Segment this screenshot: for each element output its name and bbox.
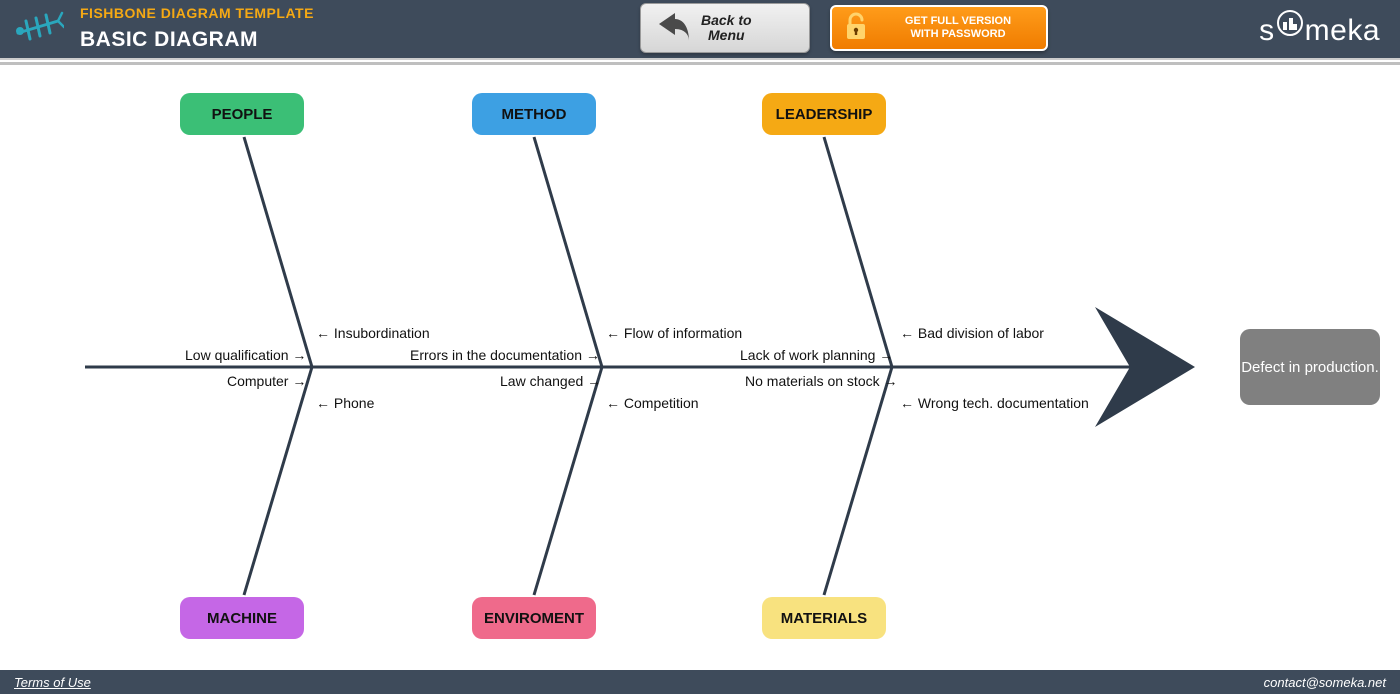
cause-bad-division-labor: ← Bad division of labor (900, 325, 1044, 341)
template-title: FISHBONE DIAGRAM TEMPLATE (80, 5, 314, 21)
someka-brand-logo: smeka (1259, 10, 1380, 48)
header: FISHBONE DIAGRAM TEMPLATE BASIC DIAGRAM … (0, 0, 1400, 60)
cause-law-changed: Law changed → (500, 373, 601, 389)
terms-of-use-link[interactable]: Terms of Use (14, 675, 91, 690)
cause-errors-documentation: Errors in the documentation → (410, 347, 600, 363)
category-people[interactable]: PEOPLE (180, 93, 304, 135)
page-title: BASIC DIAGRAM (80, 28, 258, 52)
cause-phone: ← Phone (316, 395, 374, 411)
cause-wrong-tech-doc: ← Wrong tech. documentation (900, 395, 1089, 411)
get-full-version-button[interactable]: GET FULL VERSIONWITH PASSWORD (830, 5, 1048, 51)
back-to-menu-button[interactable]: Back toMenu (640, 3, 810, 53)
cause-flow-of-information: ← Flow of information (606, 325, 742, 341)
category-materials[interactable]: MATERIALS (762, 597, 886, 639)
cause-competition: ← Competition (606, 395, 699, 411)
footer: Terms of Use contact@someka.net (0, 670, 1400, 694)
back-button-label: Back toMenu (701, 13, 752, 43)
fishbone-diagram: PEOPLE METHOD LEADERSHIP MACHINE ENVIROM… (0, 65, 1400, 665)
category-leadership[interactable]: LEADERSHIP (762, 93, 886, 135)
effect-box[interactable]: Defect in production. (1240, 329, 1380, 405)
category-machine[interactable]: MACHINE (180, 597, 304, 639)
cause-lack-work-planning: Lack of work planning → (740, 347, 893, 363)
fishbone-skeleton (0, 65, 1400, 665)
cause-insubordination: ← Insubordination (316, 325, 430, 341)
category-enviroment[interactable]: ENVIROMENT (472, 597, 596, 639)
cause-computer: Computer → (227, 373, 306, 389)
contact-email[interactable]: contact@someka.net (1264, 675, 1386, 690)
cause-no-materials-stock: No materials on stock → (745, 373, 898, 389)
fishbone-logo-icon (5, 0, 70, 58)
category-method[interactable]: METHOD (472, 93, 596, 135)
full-version-label: GET FULL VERSIONWITH PASSWORD (878, 15, 1046, 41)
cause-low-qualification: Low qualification → (185, 347, 306, 363)
back-arrow-icon (655, 9, 693, 48)
unlock-icon (842, 11, 870, 46)
